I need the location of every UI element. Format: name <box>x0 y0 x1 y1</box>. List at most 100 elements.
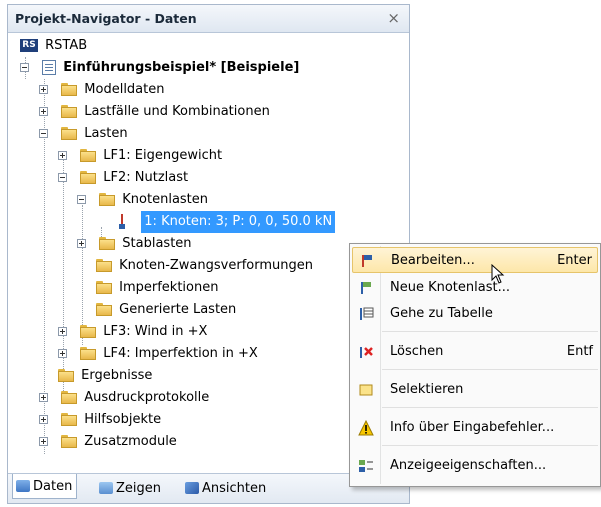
tree-item-ausdruckprotokolle[interactable]: Ausdruckprotokolle <box>39 387 212 409</box>
load-folder-icon <box>96 259 112 272</box>
tree-item-knotenlast-1[interactable]: 1: Knoten: 3; P: 0, 0, 50.0 kN <box>117 211 336 233</box>
delete-icon <box>360 347 373 358</box>
expand-icon[interactable] <box>58 349 67 358</box>
tab-label: Daten <box>33 479 73 494</box>
expand-icon[interactable] <box>39 393 48 402</box>
expand-icon[interactable] <box>58 327 67 336</box>
folder-icon <box>61 83 78 96</box>
data-icon <box>16 479 30 492</box>
edit-icon <box>362 255 372 267</box>
tab-daten[interactable]: Daten <box>12 474 78 499</box>
folder-icon <box>80 325 97 338</box>
menu-separator <box>382 445 598 446</box>
table-icon <box>360 307 374 320</box>
expand-icon[interactable] <box>77 239 86 248</box>
project-icon <box>42 60 57 75</box>
folder-open-icon <box>61 127 78 140</box>
mouse-pointer-icon <box>491 264 505 284</box>
expand-icon[interactable] <box>39 85 48 94</box>
tree-item-label: 1: Knoten: 3; P: 0, 0, 50.0 kN <box>141 211 336 233</box>
menu-item-gehe-zu-tabelle[interactable]: Gehe zu Tabelle <box>352 301 598 327</box>
folder-icon <box>58 369 74 382</box>
expand-icon[interactable] <box>58 151 67 160</box>
tree-item-zwangsverformungen[interactable]: Knoten-Zwangsverformungen <box>96 255 316 277</box>
menu-separator <box>382 369 598 370</box>
tab-zeigen[interactable]: Zeigen <box>96 478 165 499</box>
tab-label: Zeigen <box>116 481 162 496</box>
tree-item-ergebnisse[interactable]: Ergebnisse <box>58 365 155 387</box>
tree-item-modelldaten[interactable]: Modelldaten <box>39 79 167 101</box>
load-folder-icon <box>96 281 112 294</box>
panel-title: Projekt-Navigator - Daten <box>15 11 197 26</box>
warning-icon <box>358 420 374 436</box>
collapse-icon[interactable] <box>20 63 29 72</box>
menu-separator <box>382 331 598 332</box>
folder-icon <box>61 391 78 404</box>
folder-icon <box>61 435 78 448</box>
tree-item-label: Knotenlasten <box>122 192 209 207</box>
expand-icon[interactable] <box>39 107 48 116</box>
menu-item-info-eingabefehler[interactable]: Info über Eingabefehler... <box>352 415 598 441</box>
tree-item-stablasten[interactable]: Stablasten <box>77 233 195 255</box>
tree-item-label: LF2: Nutzlast <box>103 170 189 185</box>
tree-item-label: LF3: Wind in +X <box>103 324 208 339</box>
load-folder-icon <box>99 193 116 206</box>
menu-item-neue-knotenlast[interactable]: Neue Knotenlast... <box>352 275 598 301</box>
tree-item-lf2[interactable]: LF2: Nutzlast <box>58 167 191 189</box>
collapse-icon[interactable] <box>77 195 86 204</box>
menu-item-anzeigeeigenschaften[interactable]: Anzeigeeigenschaften... <box>352 453 598 479</box>
menu-item-selektieren[interactable]: Selektieren <box>352 377 598 403</box>
tree-item-label: LF4: Imperfektion in +X <box>103 346 258 361</box>
load-folder-icon <box>99 237 116 250</box>
tree-item-label: Imperfektionen <box>119 280 219 295</box>
panel-titlebar: Projekt-Navigator - Daten × <box>8 5 409 33</box>
menu-item-bearbeiten[interactable]: Bearbeiten... Enter <box>352 247 598 273</box>
tree-item-lastfaelle[interactable]: Lastfälle und Kombinationen <box>39 101 273 123</box>
tree-item-label: Stablasten <box>122 236 192 251</box>
tree-item-rstab[interactable]: RS RSTAB <box>20 35 90 57</box>
folder-open-icon <box>80 171 97 184</box>
tree-item-knotenlasten[interactable]: Knotenlasten <box>77 189 211 211</box>
properties-icon <box>359 460 373 472</box>
tree-item-lf3[interactable]: LF3: Wind in +X <box>58 321 210 343</box>
menu-separator <box>382 407 598 408</box>
select-icon <box>359 384 373 396</box>
expand-icon[interactable] <box>39 415 48 424</box>
menu-item-loeschen[interactable]: Löschen Entf <box>352 339 598 365</box>
generated-loads-icon <box>96 303 112 316</box>
tab-ansichten[interactable]: Ansichten <box>182 478 270 499</box>
close-icon[interactable]: × <box>387 9 400 27</box>
tree-item-label: Generierte Lasten <box>119 302 237 317</box>
tree-item-hilfsobjekte[interactable]: Hilfsobjekte <box>39 409 164 431</box>
tree-item-zusatzmodule[interactable]: Zusatzmodule <box>39 431 180 453</box>
tree-item-label: RSTAB <box>45 38 88 53</box>
folder-icon <box>80 149 97 162</box>
folder-icon <box>61 105 78 118</box>
views-icon <box>185 481 199 494</box>
show-icon <box>99 481 113 494</box>
tree-item-label: Zusatzmodule <box>84 434 177 449</box>
tree-item-lf4[interactable]: LF4: Imperfektion in +X <box>58 343 261 365</box>
tree-item-generierte-lasten[interactable]: Generierte Lasten <box>96 299 239 321</box>
folder-icon <box>61 413 78 426</box>
tree-item-label: Knoten-Zwangsverformungen <box>119 258 313 273</box>
rstab-icon: RS <box>20 39 38 52</box>
tree-item-label: Hilfsobjekte <box>84 412 162 427</box>
tree-item-lf1[interactable]: LF1: Eigengewicht <box>58 145 225 167</box>
tree-item-label: Einführungsbeispiel* [Beispiele] <box>63 60 300 75</box>
tree-item-label: Ergebnisse <box>81 368 153 383</box>
context-menu: Bearbeiten... Enter Neue Knotenlast... G… <box>349 243 601 487</box>
tab-label: Ansichten <box>202 481 267 496</box>
folder-icon <box>80 347 97 360</box>
expand-icon[interactable] <box>39 437 48 446</box>
tree-item-label: Lasten <box>84 126 128 141</box>
tree-item-label: Ausdruckprotokolle <box>84 390 210 405</box>
nodal-load-icon <box>117 214 127 230</box>
collapse-icon[interactable] <box>58 173 67 182</box>
tree-item-label: Modelldaten <box>84 82 165 97</box>
tree-item-imperfektionen[interactable]: Imperfektionen <box>96 277 221 299</box>
tree-item-lasten[interactable]: Lasten <box>39 123 131 145</box>
tree-item-label: LF1: Eigengewicht <box>103 148 223 163</box>
tree-item-project[interactable]: Einführungsbeispiel* [Beispiele] <box>20 57 302 79</box>
collapse-icon[interactable] <box>39 129 48 138</box>
